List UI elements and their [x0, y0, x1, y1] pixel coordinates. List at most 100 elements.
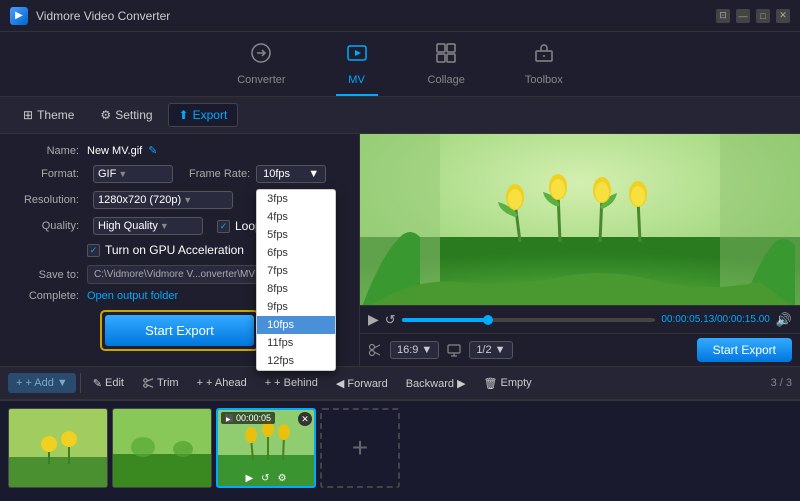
resolution-label: Resolution:	[12, 194, 87, 206]
fps-option-4fps[interactable]: 4fps	[257, 208, 335, 226]
fps-option-10fps[interactable]: 10fps	[257, 316, 335, 334]
divider-1	[80, 373, 81, 393]
empty-label: Empty	[501, 377, 532, 389]
close-button[interactable]: ✕	[776, 9, 790, 23]
theme-button[interactable]: ⊞ Theme	[12, 103, 85, 127]
thumb-3-settings-icon[interactable]: ⚙	[278, 473, 287, 484]
ahead-label: + Ahead	[206, 377, 247, 389]
progress-fill	[402, 318, 488, 322]
tab-mv-label: MV	[348, 74, 365, 86]
setting-label: Setting	[115, 108, 152, 122]
thumbnail-3-close-button[interactable]: ✕	[298, 412, 312, 426]
format-dropdown-arrow: ▼	[118, 169, 127, 179]
playback-bar: ▶ ↺ 00:00:05.13/00:00:15.00 🔊	[360, 305, 800, 333]
fps-option-12fps[interactable]: 12fps	[257, 352, 335, 370]
thumbnail-1[interactable]	[8, 408, 108, 488]
converter-icon	[250, 42, 272, 70]
fps-option-8fps[interactable]: 8fps	[257, 280, 335, 298]
fps-option-5fps[interactable]: 5fps	[257, 226, 335, 244]
fps-option-11fps[interactable]: 11fps	[257, 334, 335, 352]
tab-toolbox-label: Toolbox	[525, 74, 563, 86]
thumbnail-strip: ▶ 00:00:05 ✕ ▶ ↺ ⚙ +	[0, 400, 800, 495]
nav-tabs: Converter MV Collage Toolbox	[0, 32, 800, 97]
complete-label: Complete:	[12, 290, 87, 302]
maximize-button[interactable]: □	[756, 9, 770, 23]
fps-select[interactable]: 10fps ▼	[256, 165, 326, 183]
tab-converter[interactable]: Converter	[227, 38, 295, 96]
theme-icon: ⊞	[23, 108, 33, 122]
volume-button[interactable]: 🔊	[776, 312, 792, 328]
thumb-1-image	[9, 409, 108, 488]
mv-icon	[346, 42, 368, 70]
toolbar: ⊞ Theme ⚙ Setting ⬆ Export	[0, 97, 800, 134]
monitor-icon	[447, 343, 461, 357]
collage-icon	[435, 42, 457, 70]
thumbnail-3[interactable]: ▶ 00:00:05 ✕ ▶ ↺ ⚙	[216, 408, 316, 488]
forward-label: ◀ Forward	[336, 377, 388, 390]
gpu-acceleration-checkbox[interactable]: ✓	[87, 244, 100, 257]
menu-icon[interactable]: ⊡	[716, 9, 730, 23]
resolution-dropdown-arrow: ▼	[183, 195, 192, 205]
app-icon: ▶	[10, 7, 28, 25]
thumb-3-play-icon[interactable]: ▶	[245, 473, 253, 484]
fps-option-9fps[interactable]: 9fps	[257, 298, 335, 316]
fps-option-3fps[interactable]: 3fps	[257, 190, 335, 208]
resolution-select[interactable]: 1280x720 (720p) ▼	[93, 191, 233, 209]
add-button[interactable]: + + Add ▼	[8, 373, 76, 393]
quality-label: Quality:	[12, 220, 87, 232]
fps-value: 10fps	[263, 168, 290, 180]
tab-collage-label: Collage	[428, 74, 465, 86]
trim-button[interactable]: Trim	[134, 373, 187, 393]
start-export-button[interactable]: Start Export	[105, 315, 254, 346]
gpu-acceleration-label: Turn on GPU Acceleration	[105, 243, 244, 257]
action-bar: + + Add ▼ ✎ Edit Trim + + Ahead + + Behi…	[0, 366, 800, 400]
trash-icon: 🗑	[484, 377, 498, 390]
thumb-3-loop-icon[interactable]: ↺	[261, 473, 269, 484]
add-icon: +	[16, 377, 22, 389]
tab-collage[interactable]: Collage	[418, 38, 475, 96]
framerate-label: Frame Rate:	[179, 168, 250, 180]
ahead-button[interactable]: + + Ahead	[189, 373, 255, 393]
start-export-right-button[interactable]: Start Export	[697, 338, 792, 362]
backward-label: Backward ▶	[406, 377, 466, 390]
add-label: + Add	[25, 377, 53, 389]
content-area: Name: New MV.gif ✎ Format: GIF ▼ Frame R…	[0, 134, 800, 366]
loop-animation-checkbox[interactable]: ✓	[217, 220, 230, 233]
format-select[interactable]: GIF ▼	[93, 165, 173, 183]
add-media-button[interactable]: +	[320, 408, 400, 488]
progress-bar[interactable]	[402, 318, 656, 322]
page-count: 3 / 3	[771, 377, 792, 389]
setting-button[interactable]: ⚙ Setting	[89, 103, 163, 127]
export-button[interactable]: ⬆ Export	[168, 103, 239, 127]
minimize-button[interactable]: —	[736, 9, 750, 23]
quality-select[interactable]: High Quality ▼	[93, 217, 203, 235]
resolution-value: 1280x720 (720p)	[98, 194, 181, 206]
name-edit-icon[interactable]: ✎	[148, 144, 157, 157]
sub-controls-bar: 16:9 ▼ 1/2 ▼ Start Export	[360, 333, 800, 366]
behind-label: + Behind	[274, 377, 318, 389]
setting-icon: ⚙	[100, 108, 111, 122]
behind-button[interactable]: + + Behind	[257, 373, 326, 393]
format-value: GIF	[98, 168, 116, 180]
titlebar: ▶ Vidmore Video Converter ⊡ — □ ✕	[0, 0, 800, 32]
thumbnail-2[interactable]	[112, 408, 212, 488]
edit-button[interactable]: ✎ Edit	[85, 373, 132, 394]
aspect-ratio-button[interactable]: 16:9 ▼	[390, 341, 439, 359]
time-display: 00:00:05.13/00:00:15.00	[661, 314, 769, 325]
tab-mv[interactable]: MV	[336, 38, 378, 96]
fps-option-7fps[interactable]: 7fps	[257, 262, 335, 280]
forward-button[interactable]: ◀ Forward	[328, 373, 396, 394]
play-button[interactable]: ▶	[368, 311, 379, 328]
loop-button[interactable]: ↺	[385, 312, 396, 328]
toolbox-icon	[533, 42, 555, 70]
open-output-folder-link[interactable]: Open output folder	[87, 290, 178, 302]
behind-icon: +	[265, 377, 271, 389]
page-button[interactable]: 1/2 ▼	[469, 341, 512, 359]
fps-option-6fps[interactable]: 6fps	[257, 244, 335, 262]
aspect-ratio-value: 16:9	[397, 344, 418, 356]
progress-thumb	[483, 315, 493, 325]
empty-button[interactable]: 🗑 Empty	[476, 373, 540, 394]
tab-toolbox[interactable]: Toolbox	[515, 38, 573, 96]
backward-button[interactable]: Backward ▶	[398, 373, 474, 394]
add-dropdown-arrow: ▼	[57, 377, 68, 389]
